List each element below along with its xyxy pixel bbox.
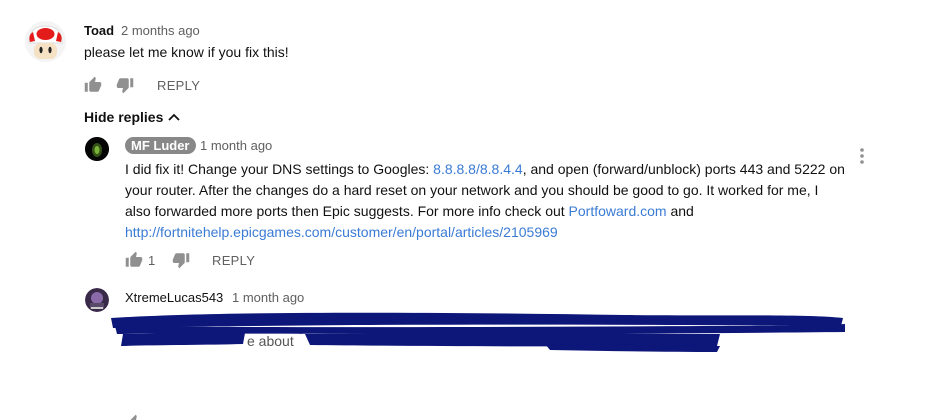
comment-timestamp[interactable]: 2 months ago [121,23,200,38]
thumbs-up-icon [130,414,141,420]
redaction-stroke-1 [111,312,843,328]
cutoff-like-button[interactable] [125,414,143,420]
dislike-button[interactable] [116,76,134,94]
hide-replies-button[interactable]: Hide replies [84,109,181,125]
author-badge[interactable]: MF Luder [125,137,196,155]
chevron-up-icon [168,113,181,121]
hide-replies-label: Hide replies [84,109,164,125]
reply-text: I did fix it! Change your DNS settings t… [125,159,855,243]
dns-link[interactable]: 8.8.8.8/8.8.4.4 [433,161,523,177]
thumbs-down-icon [116,78,134,94]
more-vert-icon [860,148,864,164]
like-count: 1 [148,253,156,268]
reply-timestamp[interactable]: 1 month ago [232,290,304,305]
reply-author[interactable]: XtremeLucas543 [125,290,223,305]
reply-text-line-1: I did fix it! Change your DNS settings t… [125,159,855,180]
reply-like-button[interactable] [125,251,143,269]
reply-button[interactable]: REPLY [157,78,200,93]
thumbs-down-icon [172,253,190,269]
portforward-link[interactable]: Portfoward.com [569,203,667,219]
like-button[interactable] [84,76,102,94]
reply-text-segment: I did fix it! Change your DNS settings t… [125,161,434,177]
reply-reply-button[interactable]: REPLY [212,253,255,268]
comment-author[interactable]: Toad [84,23,114,38]
reply-text-segment: also forwarded more ports then Epic sugg… [125,203,569,219]
mf-luder-avatar-image [85,137,109,161]
thumbs-up-icon [125,251,143,267]
redaction-stroke-4 [305,333,720,347]
reply-text-segment: , and open (forward/unblock) ports 443 a… [522,161,845,177]
redaction-scribble [111,312,845,352]
reply-menu-button[interactable] [855,146,869,166]
toad-avatar-image [25,21,66,62]
fortnite-help-link[interactable]: http://fortnitehelp.epicgames.com/custom… [125,224,558,240]
reply-author: MF Luder [125,137,196,154]
reply-timestamp[interactable]: 1 month ago [200,138,272,153]
reply-text-line-3: also forwarded more ports then Epic sugg… [125,201,855,222]
reply-dislike-button[interactable] [172,251,190,269]
thumbs-up-icon [84,76,102,92]
reply-text-line-4: http://fortnitehelp.epicgames.com/custom… [125,222,855,243]
comment-text: please let me know if you fix this! [84,44,289,60]
reply-text-line-2: your router. After the changes do a hard… [125,182,819,198]
reply-text-segment: and [666,203,694,219]
mf-luder-avatar[interactable] [85,137,109,161]
toad-avatar[interactable] [25,21,66,62]
redaction-stroke-3 [121,332,245,346]
